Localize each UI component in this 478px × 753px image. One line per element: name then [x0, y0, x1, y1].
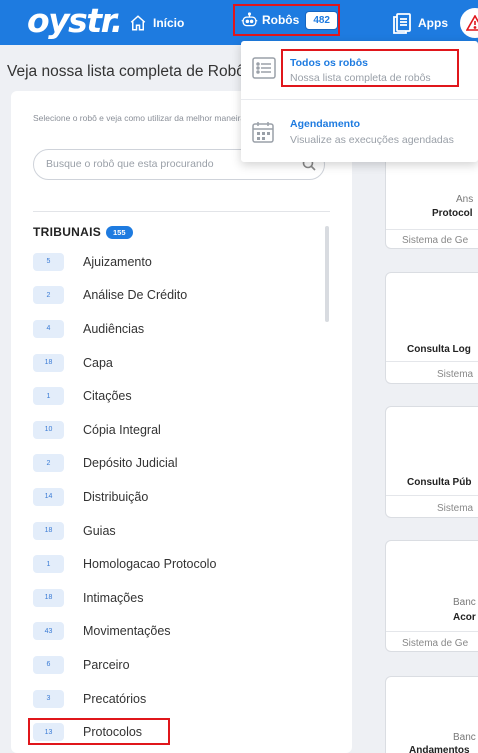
warning-icon	[466, 15, 478, 31]
calendar-icon	[252, 122, 274, 143]
highlight-box	[281, 49, 459, 87]
category-item[interactable]: 14 Distribuição	[33, 480, 323, 514]
divider	[33, 211, 330, 212]
category-name: Capa	[83, 355, 113, 370]
nav-home[interactable]: Início	[129, 0, 184, 45]
category-count-badge: 18	[33, 353, 64, 372]
robot-card-title: Acor	[453, 612, 476, 623]
card-divider	[386, 631, 478, 632]
category-name: Citações	[83, 389, 132, 404]
category-item-protocolos[interactable]: 13 Protocolos	[28, 715, 323, 749]
category-count-badge: 5	[33, 252, 64, 271]
category-count-badge: 1	[33, 555, 64, 574]
category-item[interactable]: 2 Análise De Crédito	[33, 279, 323, 313]
robot-card-footer: Sistema	[437, 503, 474, 514]
page-title: Veja nossa lista completa de Robôs	[7, 63, 253, 80]
robot-card-line1: Banc	[453, 732, 476, 743]
section-title-tribunais: TRIBUNAIS	[33, 225, 102, 239]
oystr-logo[interactable]: oystr.	[27, 3, 123, 39]
robot-icon	[241, 12, 258, 27]
card-divider	[386, 361, 478, 362]
card-divider	[386, 229, 478, 230]
robot-card-footer: Sistema de Ge	[402, 235, 469, 246]
category-name: Guias	[83, 523, 116, 538]
category-count-badge: 18	[33, 521, 64, 540]
nav-robots[interactable]: Robôs 482	[233, 4, 340, 36]
category-name: Distribuição	[83, 489, 149, 504]
nav-robots-label: Robôs	[261, 13, 300, 27]
panel-subtitle: Selecione o robô e veja como utilizar da…	[33, 113, 246, 123]
list-icon	[252, 57, 276, 79]
robot-card-footer: Sistema de Ge	[402, 638, 469, 649]
robot-card-line1: Banc	[453, 597, 476, 608]
robot-card[interactable]: Consulta Log Sistema	[385, 272, 478, 384]
category-item[interactable]: 1 Homologacao Protocolo	[33, 547, 323, 581]
category-item[interactable]: 43 Movimentações	[33, 615, 323, 649]
category-item[interactable]: 18 Guias	[33, 514, 323, 548]
category-name: Precatórios	[83, 691, 147, 706]
robot-card-title: Consulta Log	[407, 344, 471, 355]
category-count-badge: 2	[33, 286, 64, 305]
category-count-badge: 3	[33, 689, 64, 708]
category-name: Audiências	[83, 321, 145, 336]
highlight-box	[28, 718, 170, 746]
category-count-badge: 18	[33, 588, 64, 607]
category-name: Parceiro	[83, 657, 130, 672]
robot-card-title: Protocol	[432, 208, 473, 219]
menu-item-all-robots[interactable]: Todos os robôs Nossa lista completa de r…	[241, 41, 478, 93]
category-count-badge: 14	[33, 487, 64, 506]
category-name: Intimações	[83, 590, 144, 605]
menu-item-title: Agendamento	[290, 118, 361, 130]
category-name: Análise De Crédito	[83, 288, 188, 303]
category-item[interactable]: 10 Cópia Integral	[33, 413, 323, 447]
category-item[interactable]: 6 Parceiro	[33, 648, 323, 682]
alerts-button[interactable]	[460, 8, 478, 38]
category-count-badge: 43	[33, 622, 64, 641]
category-count-badge: 2	[33, 454, 64, 473]
category-item[interactable]: 18 Capa	[33, 346, 323, 380]
menu-item-desc: Visualize as execuções agendadas	[290, 134, 454, 146]
category-name: Cópia Integral	[83, 422, 161, 437]
category-count-badge: 10	[33, 420, 64, 439]
list-scrollbar[interactable]	[325, 226, 329, 322]
robots-dropdown-menu: Todos os robôs Nossa lista completa de r…	[241, 41, 478, 162]
robot-card[interactable]: Consulta Púb Sistema	[385, 406, 478, 518]
category-item[interactable]: 4 Audiências	[33, 312, 323, 346]
category-count-badge: 6	[33, 655, 64, 674]
category-count-badge: 4	[33, 319, 64, 338]
category-item[interactable]: 18 Intimações	[33, 581, 323, 615]
section-count-badge: 155	[106, 226, 133, 239]
menu-divider	[241, 99, 478, 100]
document-icon	[393, 12, 411, 34]
nav-home-label: Início	[153, 15, 185, 30]
category-name: Depósito Judicial	[83, 456, 178, 471]
robot-card-footer: Sistema	[437, 369, 474, 380]
category-list: 5 Ajuizamento 2 Análise De Crédito 4 Audiên…	[28, 245, 323, 749]
category-item[interactable]: 3 Precatórios	[33, 682, 323, 716]
robot-card-title: Consulta Púb	[407, 477, 472, 488]
nav-apps[interactable]: Apps	[392, 0, 448, 45]
category-item[interactable]: 1 Citações	[33, 379, 323, 413]
category-item[interactable]: 2 Depósito Judicial	[33, 447, 323, 481]
robot-card[interactable]: Banc Acor Sistema de Ge	[385, 540, 478, 652]
category-name: Homologacao Protocolo	[83, 557, 217, 572]
card-divider	[386, 495, 478, 496]
category-name: Movimentações	[83, 624, 171, 639]
top-navbar: oystr. Início Robôs 482 Apps	[0, 0, 478, 45]
robot-card[interactable]: Banc Andamentos	[385, 676, 478, 753]
menu-item-scheduling[interactable]: Agendamento Visualize as execuções agend…	[241, 107, 478, 159]
robot-card-line1: Ans	[456, 194, 474, 205]
category-count-badge: 1	[33, 387, 64, 406]
robot-card[interactable]: Ans Protocol Sistema de Ge	[385, 150, 478, 249]
home-icon	[130, 14, 146, 30]
robot-card-title: Andamentos	[409, 745, 470, 753]
category-item[interactable]: 5 Ajuizamento	[33, 245, 323, 279]
nav-apps-label: Apps	[418, 15, 448, 30]
category-name: Ajuizamento	[83, 254, 152, 269]
robots-count-badge: 482	[305, 10, 338, 30]
